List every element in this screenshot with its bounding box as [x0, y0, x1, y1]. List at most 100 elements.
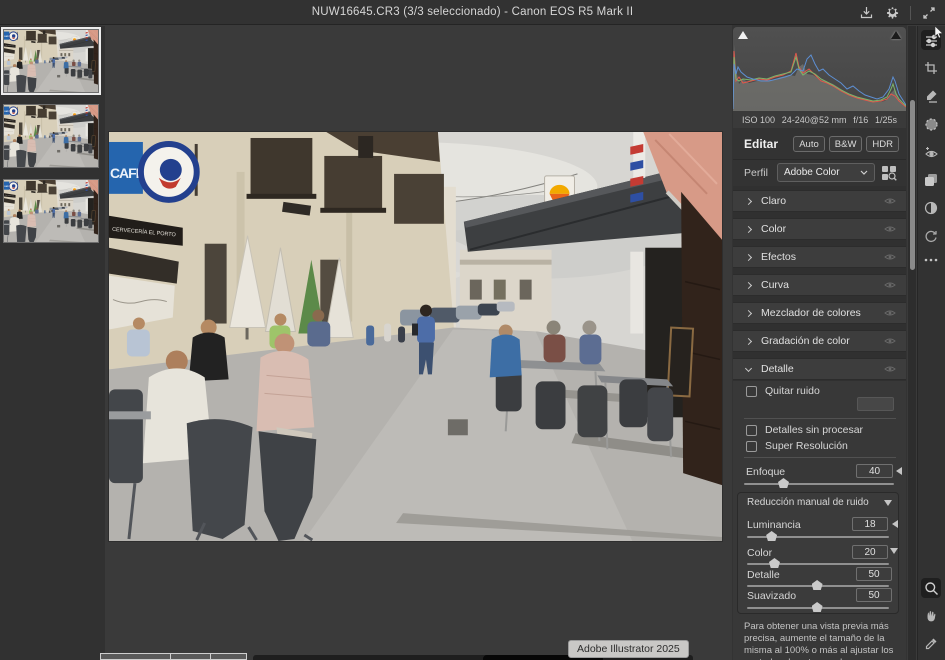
detail-nr-label: Detalle	[747, 569, 780, 581]
hand-tool-icon[interactable]	[921, 606, 941, 626]
manual-nr-label: Reducción manual de ruido	[747, 497, 869, 508]
profile-row: Perfil Adobe Color	[733, 159, 906, 185]
eye-icon[interactable]	[884, 220, 896, 238]
section-color[interactable]: Color	[733, 218, 906, 240]
section-curva[interactable]: Curva	[733, 274, 906, 296]
section-label: Efectos	[761, 251, 796, 263]
smoothing-slider[interactable]	[747, 607, 889, 609]
eye-icon[interactable]	[884, 332, 896, 350]
profile-label: Perfil	[744, 167, 768, 179]
section-detalle[interactable]: Detalle	[733, 358, 906, 380]
profile-value: Adobe Color	[784, 167, 840, 178]
eye-icon[interactable]	[884, 192, 896, 210]
acr-window: NUW16645.CR3 (3/3 seleccionado) - Canon …	[0, 0, 945, 660]
auto-button[interactable]: Auto	[793, 136, 825, 152]
raw-details-checkbox[interactable]	[746, 425, 757, 436]
color-nr-slider[interactable]	[747, 563, 889, 565]
section-label: Color	[761, 223, 786, 235]
chevron-right-icon	[745, 225, 752, 232]
divider	[744, 418, 896, 419]
chevron-right-icon	[745, 281, 752, 288]
eye-icon[interactable]	[884, 360, 896, 378]
exif-shutter: 1/25s	[875, 115, 897, 125]
highlight-clipping-icon[interactable]	[891, 31, 901, 39]
super-resolution-label: Super Resolución	[765, 440, 848, 452]
remove-noise-checkbox[interactable]	[746, 386, 757, 397]
download-icon[interactable]	[858, 5, 874, 21]
section-label: Gradación de color	[761, 335, 850, 347]
eye-icon[interactable]	[884, 304, 896, 322]
luminance-slider[interactable]	[747, 536, 889, 538]
sharpen-label: Enfoque	[746, 466, 785, 478]
section-mezclador[interactable]: Mezclador de colores	[733, 302, 906, 324]
edit-title: Editar	[744, 137, 778, 151]
titlebar-divider	[910, 6, 911, 20]
section-claro[interactable]: Claro	[733, 190, 906, 212]
remove-noise-label: Quitar ruido	[765, 385, 820, 397]
section-label: Mezclador de colores	[761, 307, 861, 319]
color-nr-value-field[interactable]	[852, 545, 888, 559]
snapshots-icon[interactable]	[921, 198, 941, 218]
smoothing-value-field[interactable]	[856, 588, 892, 602]
preview-note: Para obtener una vista previa más precis…	[744, 621, 898, 660]
divider	[744, 457, 896, 458]
masking-icon[interactable]	[921, 114, 941, 134]
panel-scrollbar-thumb[interactable]	[910, 100, 915, 270]
photo-preview[interactable]	[109, 132, 722, 541]
panel-scrollbar	[908, 26, 916, 660]
hdr-button[interactable]: HDR	[866, 136, 899, 152]
super-resolution-checkbox[interactable]	[746, 441, 757, 452]
zoom-tool-icon[interactable]	[921, 578, 941, 598]
raw-details-label: Detalles sin procesar	[765, 424, 863, 436]
chevron-right-icon	[745, 337, 752, 344]
exif-iso: ISO 100	[742, 115, 775, 125]
bw-button[interactable]: B&W	[829, 136, 863, 152]
filmstrip-thumbnail-3[interactable]	[3, 179, 99, 243]
smoothing-label: Suavizado	[747, 590, 796, 602]
section-efectos[interactable]: Efectos	[733, 246, 906, 268]
section-gradacion[interactable]: Gradación de color	[733, 330, 906, 352]
dock-tooltip-text: Adobe Illustrator 2025	[577, 643, 680, 655]
chevron-down-icon	[745, 364, 752, 371]
dock-tooltip: Adobe Illustrator 2025	[568, 640, 689, 658]
presets-icon[interactable]	[921, 170, 941, 190]
sharpen-slider[interactable]	[744, 483, 894, 485]
edit-header: Editar Auto B&W HDR	[733, 132, 906, 156]
exif-info: ISO 100 24-240@52 mm f/16 1/25s	[733, 111, 906, 128]
shadow-clipping-icon[interactable]	[738, 31, 748, 39]
red-eye-icon[interactable]	[921, 142, 941, 162]
more-options-icon[interactable]	[921, 250, 941, 270]
expand-down-arrow-icon[interactable]	[884, 500, 892, 506]
exif-aperture: f/16	[853, 115, 868, 125]
eye-icon[interactable]	[884, 276, 896, 294]
fullscreen-icon[interactable]	[921, 5, 937, 21]
collapse-left-arrow-icon[interactable]	[896, 467, 902, 475]
crop-icon[interactable]	[921, 58, 941, 78]
white-balance-eyedropper-icon[interactable]	[921, 634, 941, 654]
healing-eraser-icon[interactable]	[921, 86, 941, 106]
detail-nr-value-field[interactable]	[856, 567, 892, 581]
luminance-value-field[interactable]	[852, 517, 888, 531]
remove-noise-amount-field[interactable]	[857, 397, 894, 411]
eye-icon[interactable]	[884, 248, 896, 266]
window-title: NUW16645.CR3 (3/3 seleccionado) - Canon …	[312, 6, 633, 18]
profile-select[interactable]: Adobe Color	[777, 163, 875, 182]
sync-versions-icon[interactable]	[921, 226, 941, 246]
expand-down-arrow-icon[interactable]	[890, 548, 898, 554]
exif-lens: 24-240@52 mm	[782, 115, 847, 125]
detail-nr-slider[interactable]	[747, 585, 889, 587]
collapse-left-arrow-icon[interactable]	[892, 520, 898, 528]
luminance-label: Luminancia	[747, 519, 801, 531]
profile-browser-icon[interactable]	[881, 165, 897, 186]
settings-gear-icon[interactable]	[884, 5, 900, 21]
chevron-down-icon	[860, 170, 868, 175]
color-nr-label: Color	[747, 547, 772, 559]
filmstrip-thumbnail-1[interactable]	[3, 29, 99, 93]
section-label: Claro	[761, 195, 786, 207]
filmstrip	[0, 26, 105, 660]
histogram[interactable]	[733, 27, 906, 111]
sharpen-value-field[interactable]	[856, 464, 893, 478]
chevron-right-icon	[745, 253, 752, 260]
filmstrip-thumbnail-2[interactable]	[3, 104, 99, 168]
mouse-cursor	[934, 26, 944, 44]
